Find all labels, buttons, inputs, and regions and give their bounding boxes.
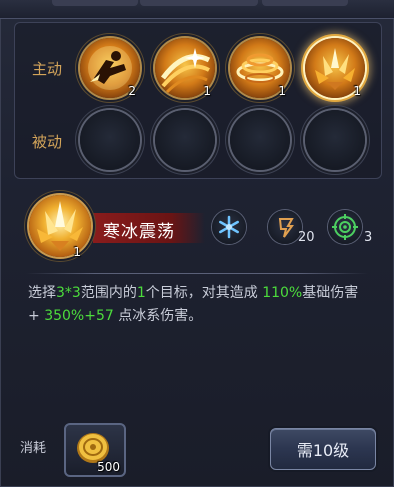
skill-description: 选择3*3范围内的1个目标，对其造成 110%基础伤害 + 350%+57 点冰… bbox=[28, 282, 374, 328]
active-skill-slot-1[interactable]: 2 bbox=[80, 38, 140, 98]
passive-skill-slot-2[interactable] bbox=[155, 110, 215, 170]
skill-name: 寒冰震荡 bbox=[103, 222, 175, 242]
skill-level-count: 1 bbox=[203, 84, 211, 98]
desc-range: 3*3 bbox=[56, 285, 81, 301]
desc-text: 个目标，对其造成 bbox=[145, 285, 263, 301]
skill-level-count: 1 bbox=[73, 245, 81, 259]
top-tab bbox=[52, 0, 138, 6]
desc-bonus: 350%+57 bbox=[44, 308, 114, 324]
cost-badge bbox=[268, 210, 302, 244]
element-badge bbox=[212, 210, 246, 244]
top-tab bbox=[262, 0, 348, 6]
desc-targets: 1 bbox=[136, 285, 146, 301]
level-requirement-button[interactable]: 需10级 bbox=[270, 428, 376, 470]
cost-item-slot[interactable]: 500 bbox=[64, 423, 126, 477]
cost-item-count: 500 bbox=[97, 460, 120, 474]
divider bbox=[26, 273, 368, 274]
cooldown-badge bbox=[328, 210, 362, 244]
cost-value: 20 bbox=[298, 230, 315, 245]
top-tab bbox=[140, 0, 258, 6]
cooldown-value: 3 bbox=[364, 230, 373, 245]
active-skill-slot-4[interactable]: 1 bbox=[305, 38, 365, 98]
desc-text: 点冰系伤害。 bbox=[113, 308, 203, 324]
desc-percent: 110% bbox=[262, 285, 303, 301]
ice-shatter-icon bbox=[37, 201, 83, 251]
active-skills-label: 主动 bbox=[32, 60, 63, 78]
cost-label: 消耗 bbox=[20, 441, 47, 456]
active-skill-slot-2[interactable]: 1 bbox=[155, 38, 215, 98]
mana-rune-icon bbox=[278, 218, 294, 238]
passive-skills-label: 被动 bbox=[32, 133, 63, 151]
skill-level-count: 2 bbox=[128, 84, 136, 98]
skill-level-count: 1 bbox=[278, 84, 286, 98]
passive-skill-slot-3[interactable] bbox=[230, 110, 290, 170]
desc-text: 范围内的 bbox=[80, 285, 137, 301]
snowflake-icon bbox=[219, 215, 239, 239]
target-icon bbox=[332, 214, 358, 240]
passive-skill-slot-4[interactable] bbox=[305, 110, 365, 170]
active-skill-slot-3[interactable]: 1 bbox=[230, 38, 290, 98]
skill-level-count: 1 bbox=[353, 84, 361, 98]
passive-skill-slot-1[interactable] bbox=[80, 110, 140, 170]
desc-text: 选择 bbox=[28, 285, 56, 301]
selected-skill-icon: 1 bbox=[29, 195, 91, 259]
